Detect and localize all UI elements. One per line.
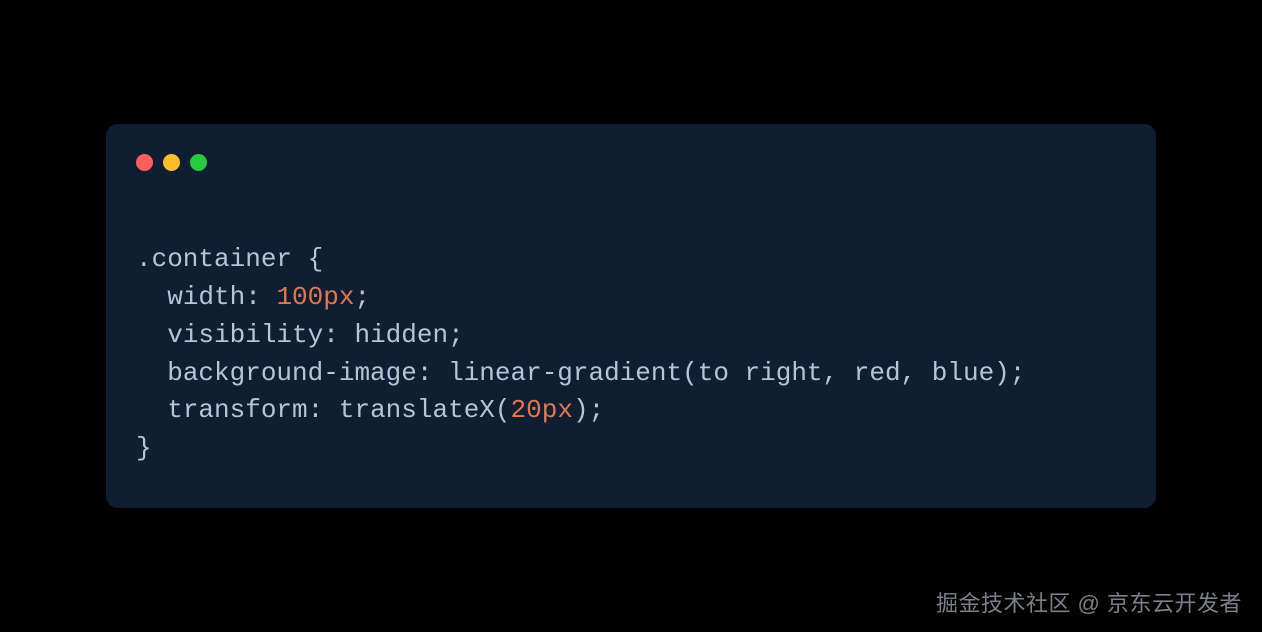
brace-open: {	[292, 244, 323, 274]
css-property: background-image	[167, 358, 417, 388]
semicolon: ;	[354, 282, 370, 312]
indent	[136, 395, 167, 425]
paren-close: )	[573, 395, 589, 425]
maximize-icon[interactable]	[190, 154, 207, 171]
css-property: transform	[167, 395, 307, 425]
colon: :	[245, 282, 276, 312]
window-traffic-lights	[136, 154, 1126, 171]
indent	[136, 320, 167, 350]
css-selector: .container	[136, 244, 292, 274]
colon: :	[323, 320, 354, 350]
css-func: translateX(	[339, 395, 511, 425]
css-unit: px	[323, 282, 354, 312]
semicolon: ;	[589, 395, 605, 425]
indent	[136, 358, 167, 388]
css-property: width	[167, 282, 245, 312]
indent	[136, 282, 167, 312]
semicolon: ;	[448, 320, 464, 350]
close-icon[interactable]	[136, 154, 153, 171]
brace-close: }	[136, 433, 152, 463]
code-block: .container { width: 100px; visibility: h…	[136, 241, 1126, 467]
css-unit: px	[542, 395, 573, 425]
colon: :	[417, 358, 448, 388]
minimize-icon[interactable]	[163, 154, 180, 171]
css-number: 20	[511, 395, 542, 425]
watermark-text: 掘金技术社区 @ 京东云开发者	[936, 586, 1242, 618]
css-number: 100	[276, 282, 323, 312]
semicolon: ;	[1010, 358, 1026, 388]
colon: :	[308, 395, 339, 425]
css-property: visibility	[167, 320, 323, 350]
css-value: hidden	[354, 320, 448, 350]
code-window: .container { width: 100px; visibility: h…	[106, 124, 1156, 507]
css-value: linear-gradient(to right, red, blue)	[448, 358, 1010, 388]
